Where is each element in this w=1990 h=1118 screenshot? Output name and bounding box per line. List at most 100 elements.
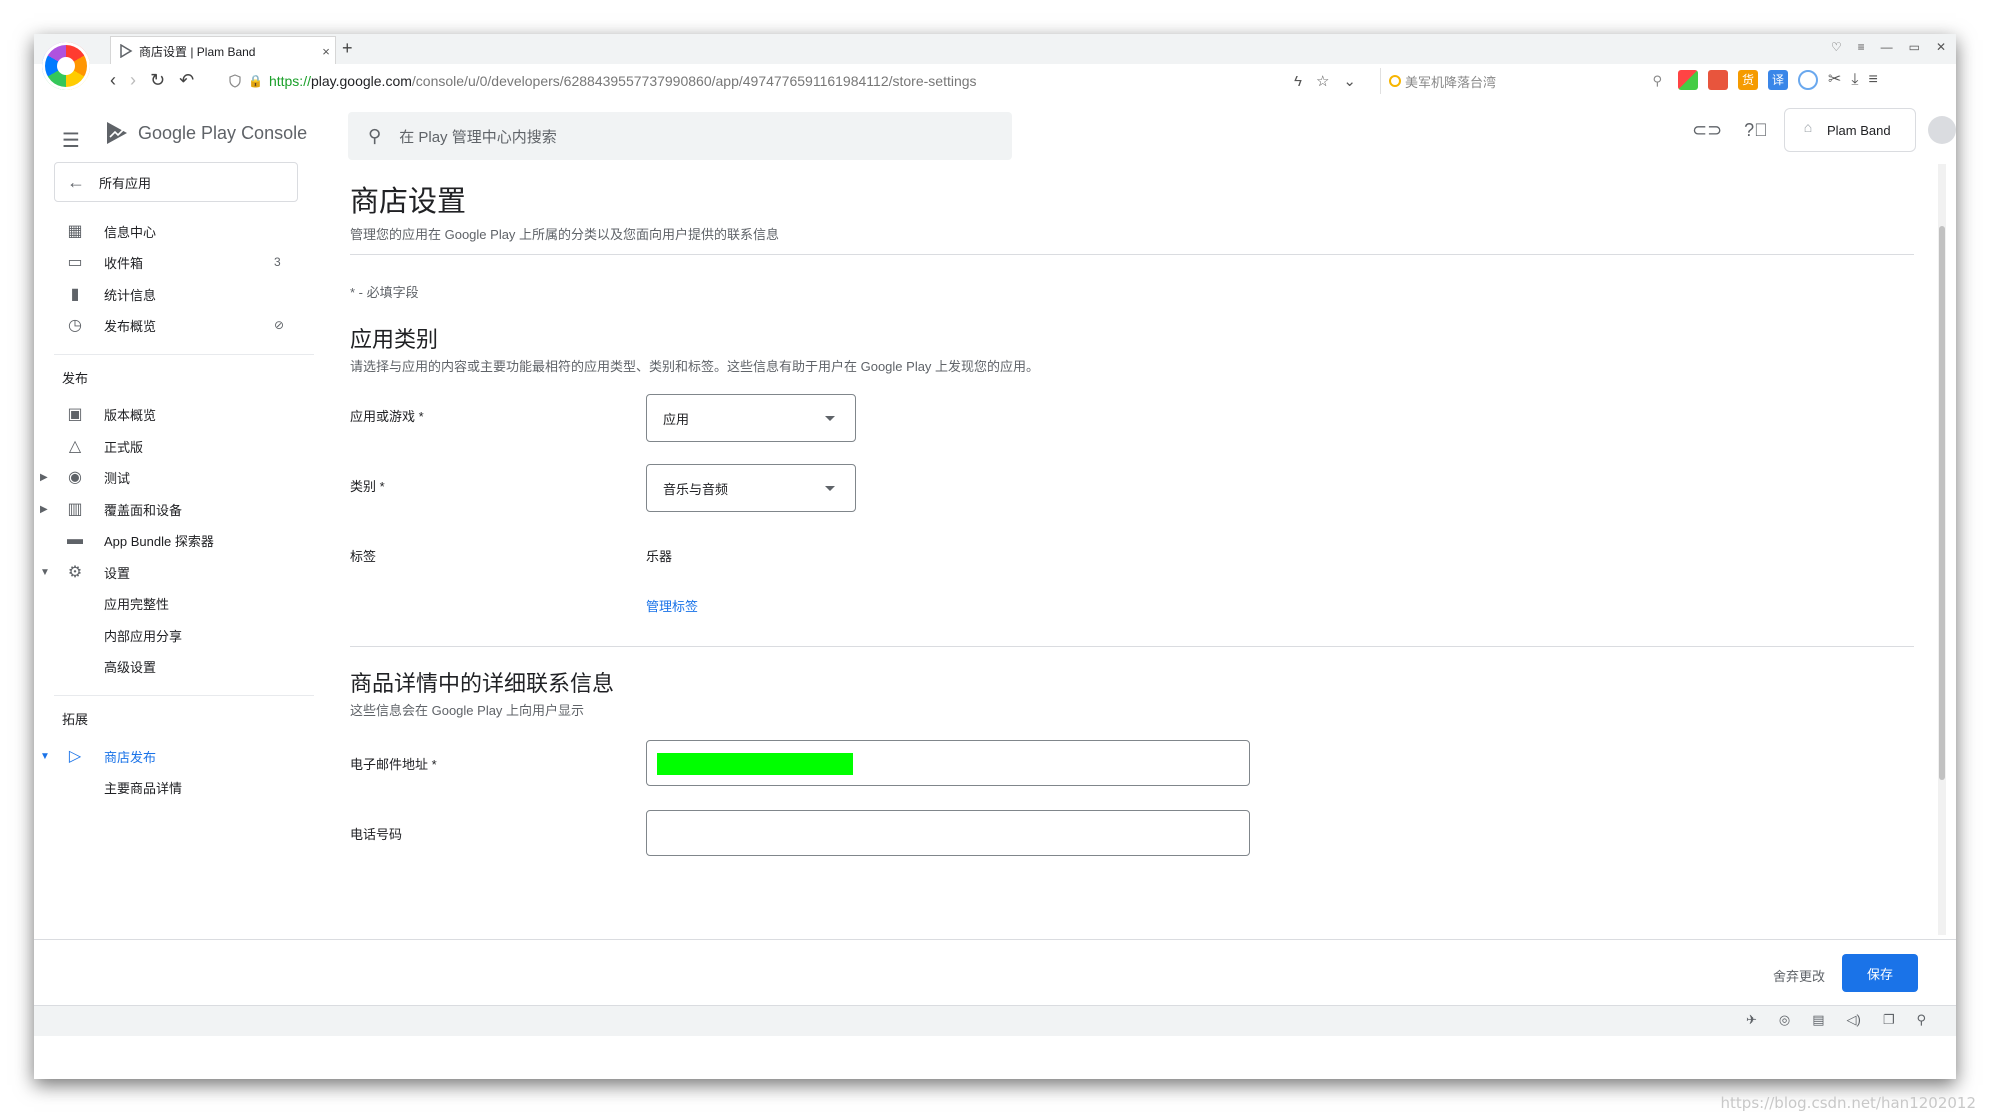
production-icon: △ <box>68 438 82 455</box>
skin-icon[interactable]: ♡ <box>1831 40 1842 54</box>
sidebar-item-label: 设置 <box>104 565 131 581</box>
collapse-caret-icon[interactable]: ▼ <box>40 751 50 762</box>
collapse-caret-icon[interactable]: ▼ <box>40 567 50 578</box>
all-apps-button[interactable]: ← 所有应用 <box>54 162 298 202</box>
sidebar-item-label: 正式版 <box>104 439 144 455</box>
sidebar-item-label: 测试 <box>104 470 131 486</box>
reload-icon[interactable]: ↻ <box>150 70 165 91</box>
window-icon[interactable]: ❐ <box>1883 1012 1895 1028</box>
download-icon[interactable]: ⤓ <box>1851 70 1858 90</box>
nav-buttons: ‹ › ↻ ↶ <box>110 70 194 91</box>
app-or-game-select[interactable]: 应用 <box>646 394 856 442</box>
email-label: 电子邮件地址 * <box>350 757 437 772</box>
play-console-logo[interactable]: Google Play Console <box>104 120 307 146</box>
action-footer: 舍弃更改 保存 <box>34 939 1956 1006</box>
expand-caret-icon[interactable]: ▶ <box>40 504 48 515</box>
url-scheme: https:// <box>268 73 311 89</box>
category-select[interactable]: 音乐与音频 <box>646 464 856 512</box>
sidebar-item-label: 商店发布 <box>104 749 157 765</box>
contact-details-description: 这些信息会在 Google Play 上向用户显示 <box>350 703 585 718</box>
divider <box>350 254 1914 255</box>
goods-extension-icon[interactable]: 货 <box>1738 70 1758 90</box>
zoom-icon[interactable]: ⚲ <box>1917 1012 1927 1028</box>
dropdown-arrow-icon <box>825 415 835 421</box>
developer-account-chip[interactable]: ⌂ Plam Band <box>1784 108 1916 152</box>
releases-overview-icon: ▣ <box>67 406 83 423</box>
minimize-icon[interactable]: — <box>1881 40 1893 54</box>
chevron-down-icon[interactable]: ⌄ <box>1343 72 1356 90</box>
browser-search-box[interactable]: 美军机降落台湾 ⚲ <box>1380 68 1668 94</box>
inbox-icon: ▭ <box>67 254 83 271</box>
shield-icon <box>229 74 241 88</box>
required-note: * - 必填字段 <box>350 285 419 300</box>
gear-icon: ⚙ <box>67 564 83 581</box>
volume-icon[interactable]: ◁) <box>1847 1012 1861 1028</box>
search-icon[interactable]: ⚲ <box>1652 73 1662 89</box>
account-name: Plam Band <box>1827 122 1891 138</box>
sidebar-item-publishing-overview[interactable]: ◷ 发布概览 ⊘ <box>34 306 314 344</box>
url-text[interactable]: https://play.google.com/console/u/0/deve… <box>269 73 1280 89</box>
hamburger-menu-icon[interactable]: ☰ <box>62 128 80 153</box>
schedule-icon: ◷ <box>68 317 82 334</box>
maximize-icon[interactable]: ▭ <box>1909 40 1920 54</box>
link-icon[interactable]: ⊂⊃ <box>1692 120 1722 141</box>
expand-caret-icon[interactable]: ▶ <box>40 472 48 483</box>
manage-tags-link[interactable]: 管理标签 <box>646 596 698 615</box>
app-or-game-label: 应用或游戏 * <box>350 409 424 424</box>
save-button[interactable]: 保存 <box>1842 954 1918 992</box>
star-icon[interactable]: ☆ <box>1316 72 1329 90</box>
dropdown-arrow-icon <box>825 485 835 491</box>
page-scrollbar[interactable] <box>1938 164 1946 935</box>
lock-icon: 🔒 <box>248 74 263 88</box>
sidebar-item-advanced-settings[interactable]: 高级设置 <box>34 647 314 685</box>
release-section-heading: 发布 <box>62 371 89 386</box>
android-icon: ⌂ <box>1803 119 1813 135</box>
discard-changes-button[interactable]: 舍弃更改 <box>1773 966 1825 985</box>
bar-chart-icon: ▮ <box>70 286 80 303</box>
console-search-input[interactable]: ⚲ 在 Play 管理中心内搜索 <box>348 112 1012 160</box>
sidebar-item-label: 版本概览 <box>104 407 157 423</box>
pin-icon[interactable]: ✈ <box>1746 1012 1757 1028</box>
phone-field[interactable] <box>646 810 1250 856</box>
scrollbar-thumb[interactable] <box>1939 226 1945 780</box>
translate-extension-icon[interactable]: 译 <box>1768 70 1788 90</box>
search-placeholder: 在 Play 管理中心内搜索 <box>399 128 557 146</box>
menu-icon[interactable]: ≡ <box>1858 40 1865 54</box>
category-label: 类别 * <box>350 479 385 494</box>
sidebar-item-label: 应用完整性 <box>104 596 170 612</box>
arrow-back-icon: ← <box>67 171 85 192</box>
top-bar: ⚲ 在 Play 管理中心内搜索 ⊂⊃ ?⃝ ⌂ Plam Band <box>314 100 1956 164</box>
scissors-icon[interactable]: ✂ <box>1828 70 1841 90</box>
window-controls: ♡ ≡ — ▭ ✕ <box>1831 40 1946 54</box>
avatar[interactable] <box>1928 116 1956 144</box>
help-icon[interactable]: ?⃝ <box>1744 120 1768 141</box>
undo-icon[interactable]: ↶ <box>179 70 194 91</box>
new-tab-button[interactable]: + <box>342 38 353 59</box>
trash-icon[interactable]: ▤ <box>1812 1012 1824 1028</box>
sidebar-item-label: 收件箱 <box>104 255 144 271</box>
testing-icon: ◉ <box>68 469 82 486</box>
game-icon[interactable] <box>1708 70 1728 90</box>
sidebar-divider <box>54 354 314 355</box>
forward-icon[interactable]: › <box>130 70 136 91</box>
grow-section-heading: 拓展 <box>62 712 89 727</box>
sidebar-item-main-store-listing[interactable]: 主要商品详情 <box>34 768 314 806</box>
close-window-icon[interactable]: ✕ <box>1936 40 1946 54</box>
browser-status-bar: ✈ ◎ ▤ ◁) ❐ ⚲ <box>34 1005 1956 1036</box>
browser-menu-icon[interactable]: ≡ <box>1868 70 1877 90</box>
dashboard-icon: ▦ <box>67 223 83 240</box>
sidebar-item-label: 主要商品详情 <box>104 780 183 796</box>
app-category-title: 应用类别 <box>350 327 439 352</box>
contact-details-title: 商品详情中的详细联系信息 <box>350 671 615 696</box>
browser-tab[interactable]: 商店设置 | Plam Band × <box>110 36 336 65</box>
lightning-icon[interactable]: ϟ <box>1294 73 1302 90</box>
address-bar-row: ‹ › ↻ ↶ 🔒 https://play.google.com/consol… <box>34 64 1956 101</box>
omnibox[interactable]: 🔒 https://play.google.com/console/u/0/de… <box>228 68 1356 94</box>
speed-icon[interactable]: ◎ <box>1779 1012 1790 1028</box>
email-field[interactable] <box>646 740 1250 786</box>
adblock-icon[interactable] <box>1798 70 1818 90</box>
divider <box>350 646 1914 647</box>
close-tab-icon[interactable]: × <box>317 44 335 59</box>
back-icon[interactable]: ‹ <box>110 70 116 91</box>
apps-grid-icon[interactable] <box>1678 70 1698 90</box>
